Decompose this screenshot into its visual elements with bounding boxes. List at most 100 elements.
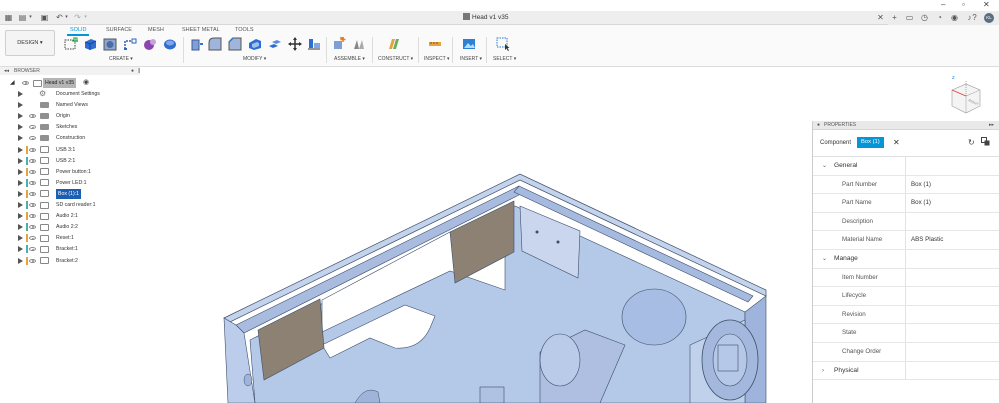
grip-icon[interactable]: ●	[817, 122, 820, 129]
property-value[interactable]	[905, 212, 999, 231]
copy-icon[interactable]	[981, 137, 990, 146]
visibility-eye-icon[interactable]	[29, 125, 36, 130]
property-value[interactable]: ABS Plastic	[905, 231, 999, 250]
visibility-eye-icon[interactable]	[29, 147, 36, 152]
expand-arrow-icon[interactable]	[18, 213, 23, 220]
group-construct[interactable]: CONSTRUCT ▾	[378, 56, 413, 62]
browser-root[interactable]: ◢ Head v1 v35 ◉	[0, 78, 140, 88]
expand-arrow-icon[interactable]	[18, 246, 23, 253]
browser-item[interactable]: Named Views	[0, 100, 140, 110]
combine-icon[interactable]	[268, 37, 282, 51]
create-sketch-icon[interactable]	[64, 37, 78, 51]
save-icon[interactable]: ▣	[40, 13, 49, 22]
property-value[interactable]: Box (1)	[905, 194, 999, 213]
extensions-icon[interactable]: ◔	[935, 13, 944, 22]
browser-item[interactable]: USB 2:1	[0, 156, 140, 166]
group-select[interactable]: SELECT ▾	[493, 56, 516, 62]
chevron-right-icon[interactable]: ›	[822, 362, 824, 380]
property-value[interactable]	[905, 305, 999, 324]
revolve-icon[interactable]	[103, 37, 117, 51]
expand-handle-icon[interactable]: ❙	[137, 68, 141, 74]
expand-arrow-icon[interactable]	[18, 257, 23, 264]
group-assemble[interactable]: ASSEMBLE ▾	[334, 56, 365, 62]
move-copy-icon[interactable]	[288, 37, 302, 51]
browser-item[interactable]: Construction	[0, 133, 140, 143]
properties-header[interactable]: ● PROPERTIES ▸▸	[813, 121, 999, 130]
visibility-eye-icon[interactable]	[29, 203, 36, 207]
visibility-eye-icon[interactable]	[29, 180, 36, 185]
expand-arrow-icon[interactable]: ◢	[10, 78, 15, 88]
group-inspect[interactable]: INSPECT ▾	[424, 56, 450, 62]
maximize-icon[interactable]: ▫	[962, 0, 965, 10]
visibility-eye-icon[interactable]	[29, 169, 36, 174]
expand-arrow-icon[interactable]	[18, 135, 23, 142]
browser-item[interactable]: Reset:1	[0, 233, 140, 243]
tab-solid[interactable]: SOLID	[70, 27, 87, 33]
minimize-icon[interactable]: –	[941, 0, 945, 10]
browser-item[interactable]: Box (1):1	[0, 188, 140, 199]
property-value[interactable]	[905, 342, 999, 361]
extrude-icon[interactable]	[83, 37, 97, 51]
visibility-eye-icon[interactable]	[29, 214, 36, 219]
help-icon[interactable]: ?	[970, 13, 979, 22]
joint-icon[interactable]	[352, 37, 366, 51]
expand-arrow-icon[interactable]	[18, 235, 23, 242]
visibility-eye-icon[interactable]	[29, 225, 36, 230]
expand-arrow-icon[interactable]	[18, 157, 23, 164]
select-icon[interactable]	[496, 37, 510, 51]
visibility-eye-icon[interactable]	[29, 136, 36, 141]
browser-item[interactable]: Bracket:2	[0, 256, 140, 266]
browser-item[interactable]: SD card reader:1	[0, 200, 140, 210]
browser-header[interactable]: ◂◂ BROWSER ● ❙	[0, 67, 141, 75]
expand-arrow-icon[interactable]	[18, 202, 23, 208]
section-manage[interactable]: ⌄ Manage	[813, 249, 999, 269]
browser-item[interactable]: Audio 2:2	[0, 222, 140, 232]
browser-item[interactable]: Audio 2:1	[0, 211, 140, 221]
visibility-eye-icon[interactable]	[29, 247, 36, 252]
section-general[interactable]: ⌄ General	[813, 157, 999, 176]
browser-item[interactable]: Sketches	[0, 122, 140, 132]
expand-arrow-icon[interactable]	[18, 179, 23, 186]
document-tab[interactable]: Head v1 v35	[463, 13, 509, 23]
tab-sheet-metal[interactable]: SHEET METAL	[182, 27, 220, 33]
expand-arrow-icon[interactable]	[18, 146, 23, 153]
visibility-eye-icon[interactable]	[29, 158, 36, 163]
visibility-eye-icon[interactable]	[29, 258, 36, 263]
chevron-down-icon[interactable]: ▾	[26, 13, 35, 22]
grid-menu-icon[interactable]: ▦	[4, 13, 13, 22]
property-value[interactable]	[905, 268, 999, 287]
press-pull-icon[interactable]	[189, 37, 203, 51]
workspace-switcher[interactable]: DESIGN ▾	[5, 30, 55, 56]
visibility-eye-icon[interactable]	[29, 191, 36, 196]
insert-image-icon[interactable]	[462, 37, 476, 51]
expand-icon[interactable]: ▸▸	[989, 122, 994, 129]
fillet-icon[interactable]	[208, 37, 222, 51]
tab-surface[interactable]: SURFACE	[106, 27, 132, 33]
avatar[interactable]: KL	[984, 13, 994, 23]
activate-radio-icon[interactable]: ◉	[83, 78, 89, 88]
notifications-icon[interactable]: ◉	[950, 13, 959, 22]
expand-arrow-icon[interactable]	[18, 124, 23, 131]
visibility-eye-icon[interactable]	[29, 236, 36, 241]
group-create[interactable]: CREATE ▾	[109, 56, 133, 62]
chamfer-icon[interactable]	[228, 37, 242, 51]
shell-icon[interactable]	[248, 37, 262, 51]
group-modify[interactable]: MODIFY ▾	[243, 56, 266, 62]
expand-arrow-icon[interactable]	[18, 224, 23, 231]
loft-icon[interactable]	[143, 37, 157, 51]
new-component-icon[interactable]	[332, 37, 346, 51]
chevron-down-icon[interactable]: ▾	[81, 13, 90, 22]
chevron-down-icon[interactable]: ⌄	[822, 250, 827, 268]
property-value[interactable]: Box (1)	[905, 175, 999, 194]
measure-icon[interactable]	[428, 37, 442, 51]
browser-item[interactable]: Power button:1	[0, 167, 140, 177]
group-insert[interactable]: INSERT ▾	[460, 56, 482, 62]
sweep-icon[interactable]	[123, 37, 137, 51]
browser-item[interactable]: USB 3:1	[0, 145, 140, 155]
view-cube[interactable]: Z RIGHT	[948, 76, 984, 118]
offset-plane-icon[interactable]	[387, 37, 401, 51]
refresh-icon[interactable]: ↻	[968, 137, 975, 148]
browser-item[interactable]: Power LED:1	[0, 178, 140, 188]
visibility-eye-icon[interactable]	[29, 114, 36, 119]
tab-mesh[interactable]: MESH	[148, 27, 164, 33]
